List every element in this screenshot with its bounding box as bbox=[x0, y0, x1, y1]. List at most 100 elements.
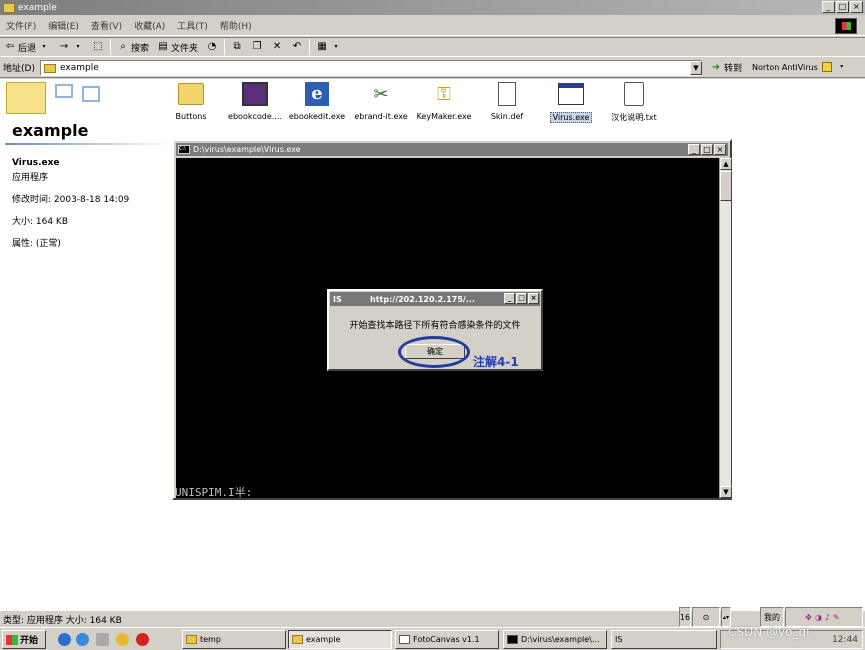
folder-icon bbox=[292, 635, 303, 644]
minimize-button[interactable]: _ bbox=[822, 1, 835, 13]
dialog-minimize-button[interactable]: _ bbox=[504, 293, 515, 304]
selected-file-name: Virus.exe bbox=[12, 158, 60, 168]
address-dropdown-button[interactable]: ▼ bbox=[690, 61, 702, 75]
delete-button[interactable]: ✕ bbox=[267, 38, 287, 56]
console-icon bbox=[507, 635, 518, 644]
toolbar-divider bbox=[309, 39, 311, 55]
console-maximize-button[interactable]: □ bbox=[701, 144, 713, 155]
console-minimize-button[interactable]: _ bbox=[688, 144, 700, 155]
dialog-message: 开始查找本路径下所有符合感染条件的文件 bbox=[349, 321, 521, 331]
up-folder-button[interactable]: ⬚ bbox=[88, 38, 108, 56]
history-button[interactable]: ◔ bbox=[202, 38, 222, 56]
search-label: 搜索 bbox=[131, 43, 150, 54]
window-app-icon bbox=[557, 80, 585, 108]
menu-edit[interactable]: 编辑(E) bbox=[42, 19, 85, 32]
menu-view[interactable]: 查看(V) bbox=[85, 19, 128, 32]
window-title: example bbox=[18, 2, 57, 13]
close-button[interactable]: × bbox=[850, 1, 863, 13]
views-button[interactable]: ▦ ▾ bbox=[312, 38, 346, 56]
file-item-virus-exe[interactable]: Virus.exe bbox=[538, 80, 604, 126]
windows-flag-icon bbox=[6, 634, 18, 645]
scroll-down-button[interactable]: ▼ bbox=[720, 486, 732, 498]
file-item-readme-txt[interactable]: 汉化说明.txt bbox=[601, 80, 667, 123]
status-count: 16 bbox=[679, 607, 691, 627]
start-button[interactable]: 开始 bbox=[2, 630, 46, 649]
large-folder-icon bbox=[6, 82, 46, 114]
console-title-bar[interactable]: C:\ D:\virus\example\Virus.exe _ □ × bbox=[176, 143, 728, 156]
scroll-up-button[interactable]: ▲ bbox=[720, 158, 732, 170]
ie-quicklaunch-icon[interactable] bbox=[58, 633, 71, 646]
flash-quicklaunch-icon[interactable] bbox=[136, 633, 149, 646]
undo-icon: ↶ bbox=[292, 41, 302, 52]
task-console[interactable]: D:\virus\example\... bbox=[503, 630, 607, 649]
search-icon: ⌕ bbox=[120, 41, 126, 52]
scroll-thumb[interactable] bbox=[720, 171, 732, 201]
console-scrollbar[interactable]: ▲ ▼ bbox=[719, 158, 732, 498]
search-button[interactable]: ⌕ 搜索 bbox=[113, 38, 153, 56]
task-example[interactable]: example bbox=[288, 630, 392, 649]
toolbar: ⇦ 后退 ▾ → ▾ ⬚ ⌕ 搜索 ▤ 文件夹 ◔ ⧉ ❐ ✕ ↶ ▦ ▾ bbox=[0, 37, 865, 57]
maximize-button[interactable]: □ bbox=[836, 1, 849, 13]
file-label: ebrand-it.exe bbox=[354, 112, 408, 121]
console-close-button[interactable]: × bbox=[714, 144, 726, 155]
move-to-icon: ⧉ bbox=[233, 41, 241, 52]
app-quicklaunch-icon[interactable] bbox=[116, 633, 129, 646]
start-label: 开始 bbox=[20, 636, 39, 646]
folders-icon: ▤ bbox=[158, 41, 168, 52]
window-title-bar[interactable]: example _ □ × bbox=[0, 0, 865, 15]
annotation-ellipse bbox=[398, 336, 470, 368]
dialog-maximize-button[interactable]: □ bbox=[516, 293, 527, 304]
task-fotocanvas[interactable]: FotoCanvas v1.1 bbox=[395, 630, 499, 649]
norton-shield-icon bbox=[821, 62, 832, 72]
move-to-button[interactable]: ⧉ bbox=[227, 38, 247, 56]
address-bar: 地址(D) example ▼ ➜ 转到 Norton AntiVirus ▾ bbox=[0, 58, 865, 78]
menu-tools[interactable]: 工具(T) bbox=[171, 19, 214, 32]
file-item-ebrandit[interactable]: ✂ ebrand-it.exe bbox=[348, 80, 414, 122]
task-label: D:\virus\example\... bbox=[521, 635, 600, 644]
file-label-selected: Virus.exe bbox=[549, 112, 593, 123]
key-icon: ⚿ bbox=[437, 83, 451, 105]
task-label: temp bbox=[200, 635, 221, 644]
banner-decoration bbox=[55, 84, 73, 98]
console-icon: C:\ bbox=[178, 145, 190, 154]
menu-bar: 文件(F) 编辑(E) 查看(V) 收藏(A) 工具(T) 帮助(H) bbox=[0, 16, 865, 36]
undo-button[interactable]: ↶ bbox=[287, 38, 307, 56]
file-item-keymaker[interactable]: ⚿ KeyMaker.exe bbox=[411, 80, 477, 122]
status-zone-icon: ⊙ bbox=[692, 607, 720, 627]
menu-file[interactable]: 文件(F) bbox=[0, 19, 42, 32]
folders-button[interactable]: ▤ 文件夹 bbox=[153, 38, 202, 56]
back-label: 后退 bbox=[18, 43, 37, 54]
chevron-down-icon: ▾ bbox=[334, 43, 338, 50]
status-zone-label: 我的 bbox=[760, 607, 784, 627]
folder-icon bbox=[44, 63, 56, 73]
file-item-ebookedit[interactable]: e ebookedit.exe bbox=[284, 80, 350, 121]
address-input[interactable]: example bbox=[40, 60, 702, 76]
ime-toolbar[interactable]: ✥◑♪✎ bbox=[785, 607, 863, 627]
go-button[interactable]: ➜ 转到 bbox=[710, 61, 743, 75]
go-label: 转到 bbox=[724, 64, 743, 74]
status-spinner[interactable]: ▴▾ bbox=[721, 607, 731, 627]
copy-to-button[interactable]: ❐ bbox=[247, 38, 267, 56]
back-button[interactable]: ⇦ 后退 ▾ bbox=[0, 38, 54, 56]
toolbar-divider bbox=[110, 39, 112, 55]
text-file-icon bbox=[620, 80, 648, 108]
task-label: example bbox=[306, 635, 341, 644]
monitor-app-icon bbox=[241, 80, 269, 108]
task-temp[interactable]: temp bbox=[182, 630, 286, 649]
menu-favorites[interactable]: 收藏(A) bbox=[128, 19, 171, 32]
dialog-close-button[interactable]: × bbox=[528, 293, 539, 304]
file-item-buttons[interactable]: Buttons bbox=[158, 80, 224, 121]
browser-quicklaunch-icon[interactable] bbox=[76, 633, 89, 646]
norton-antivirus-toolbar[interactable]: Norton AntiVirus ▾ bbox=[752, 61, 848, 73]
clock[interactable]: 12:44 bbox=[832, 635, 858, 645]
file-item-skin-def[interactable]: Skin.def bbox=[474, 80, 540, 121]
dialog-title-bar[interactable]: IS http://202.120.2.175/... _ □ × bbox=[330, 292, 540, 306]
delete-x-icon: ✕ bbox=[272, 41, 282, 52]
annotation-label: 注解4-1 bbox=[473, 355, 519, 369]
forward-button[interactable]: → ▾ bbox=[54, 38, 88, 56]
desktop-quicklaunch-icon[interactable] bbox=[96, 633, 109, 646]
file-item-ebookcode[interactable]: ebookcode.... bbox=[222, 80, 288, 121]
menu-help[interactable]: 帮助(H) bbox=[214, 19, 258, 32]
views-icon: ▦ bbox=[317, 41, 327, 52]
task-is-dialog[interactable]: IS bbox=[611, 630, 717, 649]
